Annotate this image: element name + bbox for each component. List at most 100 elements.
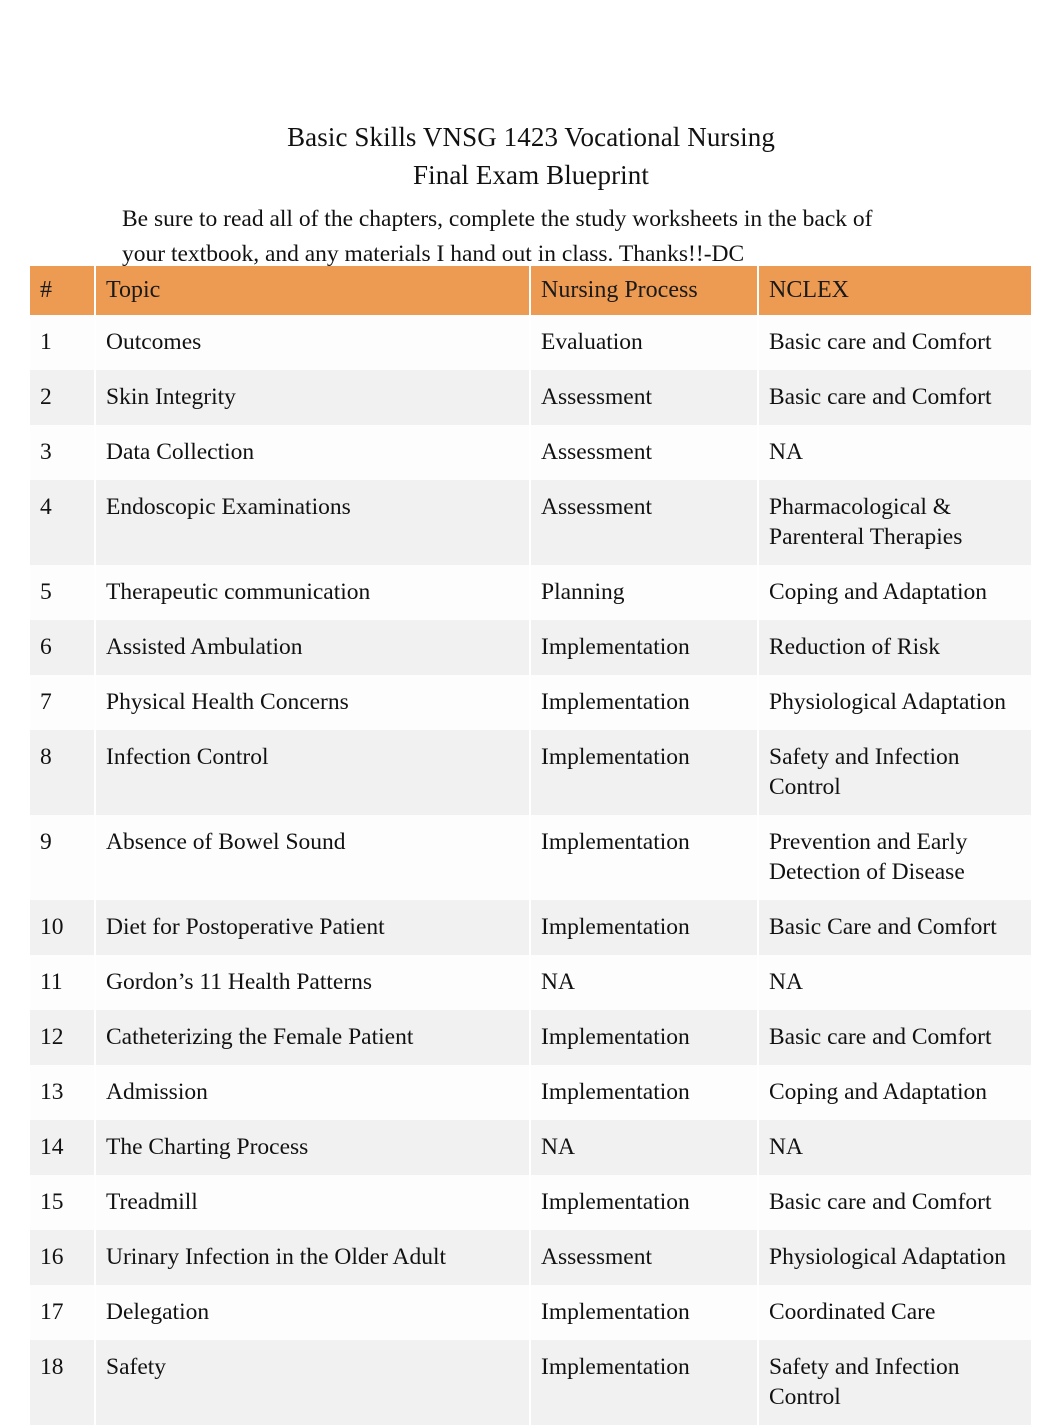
cell-nclex: Basic care and Comfort: [758, 1175, 1031, 1230]
page-title-line-1: Basic Skills VNSG 1423 Vocational Nursin…: [287, 122, 775, 152]
cell-nclex: NA: [758, 955, 1031, 1010]
cell-number: 15: [30, 1175, 96, 1230]
cell-topic: Catheterizing the Female Patient: [95, 1010, 531, 1065]
table-row: 14 The Charting Process NA NA: [30, 1120, 1031, 1175]
cell-nursing-process: Implementation: [530, 1010, 759, 1065]
cell-number: 2: [30, 370, 96, 425]
cell-number: 8: [30, 730, 96, 815]
table-row: 18 Safety Implementation Safety and Infecti…: [30, 1340, 1031, 1425]
document-page: Basic Skills VNSG 1423 Vocational Nursin…: [0, 0, 1062, 1425]
cell-number: 4: [30, 480, 96, 565]
blueprint-table-container: # Topic Nursing Process NCLEX 1 Outcomes E…: [30, 266, 1031, 1425]
cell-nclex: Physiological Adaptation: [758, 675, 1031, 730]
table-row: 6 Assisted Ambulation Implementation Reduct…: [30, 620, 1031, 675]
cell-nclex: NA: [758, 1120, 1031, 1175]
intro-paragraph: Be sure to read all of the chapters, com…: [0, 202, 1062, 271]
cell-nursing-process: Implementation: [530, 675, 759, 730]
table-row: 4 Endoscopic Examinations Assessment Pharma…: [30, 480, 1031, 565]
cell-number: 9: [30, 815, 96, 900]
cell-nclex: Safety and Infection Control: [758, 730, 1031, 815]
cell-nclex: Coping and Adaptation: [758, 1065, 1031, 1120]
cell-nursing-process: NA: [530, 955, 759, 1010]
table-row: 1 Outcomes Evaluation Basic care and Comfor…: [30, 315, 1031, 370]
cell-topic: Urinary Infection in the Older Adult: [95, 1230, 531, 1285]
cell-topic: Infection Control: [95, 730, 531, 815]
table-row: 3 Data Collection Assessment NA: [30, 425, 1031, 480]
cell-number: 6: [30, 620, 96, 675]
cell-topic: Outcomes: [95, 315, 531, 370]
cell-number: 18: [30, 1340, 96, 1425]
cell-nursing-process: Planning: [530, 565, 759, 620]
table-row: 5 Therapeutic communication Planning Coping…: [30, 565, 1031, 620]
cell-number: 7: [30, 675, 96, 730]
table-row: 11 Gordon’s 11 Health Patterns NA NA: [30, 955, 1031, 1010]
table-row: 12 Catheterizing the Female Patient Implem…: [30, 1010, 1031, 1065]
cell-nclex: Coping and Adaptation: [758, 565, 1031, 620]
cell-nursing-process: Assessment: [530, 370, 759, 425]
cell-nclex: Prevention and Early Detection of Diseas…: [758, 815, 1031, 900]
page-title-line-2: Final Exam Blueprint: [413, 160, 649, 190]
cell-topic: Physical Health Concerns: [95, 675, 531, 730]
cell-topic: Absence of Bowel Sound: [95, 815, 531, 900]
cell-topic: Diet for Postoperative Patient: [95, 900, 531, 955]
table-row: 2 Skin Integrity Assessment Basic care and …: [30, 370, 1031, 425]
cell-nursing-process: Implementation: [530, 900, 759, 955]
cell-nursing-process: Implementation: [530, 1340, 759, 1425]
column-header-process: Nursing Process: [530, 266, 759, 315]
table-row: 13 Admission Implementation Coping and Adap…: [30, 1065, 1031, 1120]
cell-number: 17: [30, 1285, 96, 1340]
cell-nclex: NA: [758, 425, 1031, 480]
table-row: 7 Physical Health Concerns Implementation P…: [30, 675, 1031, 730]
cell-number: 5: [30, 565, 96, 620]
table-row: 9 Absence of Bowel Sound Implementation Pre…: [30, 815, 1031, 900]
cell-nursing-process: Assessment: [530, 425, 759, 480]
cell-nclex: Basic care and Comfort: [758, 315, 1031, 370]
intro-line-1: Be sure to read all of the chapters, com…: [122, 206, 873, 232]
document-heading: Basic Skills VNSG 1423 Vocational Nursin…: [0, 0, 1062, 271]
cell-nclex: Basic Care and Comfort: [758, 900, 1031, 955]
cell-number: 1: [30, 315, 96, 370]
cell-topic: Endoscopic Examinations: [95, 480, 531, 565]
cell-number: 12: [30, 1010, 96, 1065]
cell-topic: Admission: [95, 1065, 531, 1120]
cell-nclex: Physiological Adaptation: [758, 1230, 1031, 1285]
column-header-topic: Topic: [95, 266, 531, 315]
cell-topic: Delegation: [95, 1285, 531, 1340]
table-header-row: # Topic Nursing Process NCLEX: [30, 266, 1031, 315]
cell-nursing-process: Implementation: [530, 1065, 759, 1120]
cell-number: 13: [30, 1065, 96, 1120]
cell-nclex: Safety and Infection Control: [758, 1340, 1031, 1425]
blueprint-table: # Topic Nursing Process NCLEX 1 Outcomes E…: [30, 266, 1031, 1425]
cell-nclex: Reduction of Risk: [758, 620, 1031, 675]
table-row: 15 Treadmill Implementation Basic care and …: [30, 1175, 1031, 1230]
cell-nclex: Coordinated Care: [758, 1285, 1031, 1340]
cell-nclex: Pharmacological & Parenteral Therapies: [758, 480, 1031, 565]
table-row: 16 Urinary Infection in the Older Adult As…: [30, 1230, 1031, 1285]
cell-topic: Therapeutic communication: [95, 565, 531, 620]
cell-topic: Safety: [95, 1340, 531, 1425]
column-header-nclex: NCLEX: [758, 266, 1031, 315]
cell-nursing-process: Assessment: [530, 1230, 759, 1285]
cell-number: 11: [30, 955, 96, 1010]
cell-nursing-process: Assessment: [530, 480, 759, 565]
column-header-number: #: [30, 266, 96, 315]
cell-nursing-process: Implementation: [530, 1285, 759, 1340]
cell-number: 14: [30, 1120, 96, 1175]
cell-nursing-process: Implementation: [530, 730, 759, 815]
table-header: # Topic Nursing Process NCLEX: [30, 266, 1031, 315]
cell-topic: The Charting Process: [95, 1120, 531, 1175]
cell-number: 3: [30, 425, 96, 480]
table-row: 10 Diet for Postoperative Patient Implemen…: [30, 900, 1031, 955]
cell-topic: Gordon’s 11 Health Patterns: [95, 955, 531, 1010]
cell-nursing-process: Implementation: [530, 620, 759, 675]
cell-nclex: Basic care and Comfort: [758, 370, 1031, 425]
cell-nursing-process: Implementation: [530, 1175, 759, 1230]
cell-nursing-process: NA: [530, 1120, 759, 1175]
cell-nursing-process: Evaluation: [530, 315, 759, 370]
cell-topic: Skin Integrity: [95, 370, 531, 425]
table-row: 8 Infection Control Implementation Safety a…: [30, 730, 1031, 815]
cell-number: 10: [30, 900, 96, 955]
cell-topic: Data Collection: [95, 425, 531, 480]
cell-nclex: Basic care and Comfort: [758, 1010, 1031, 1065]
table-row: 17 Delegation Implementation Coordinated Ca…: [30, 1285, 1031, 1340]
